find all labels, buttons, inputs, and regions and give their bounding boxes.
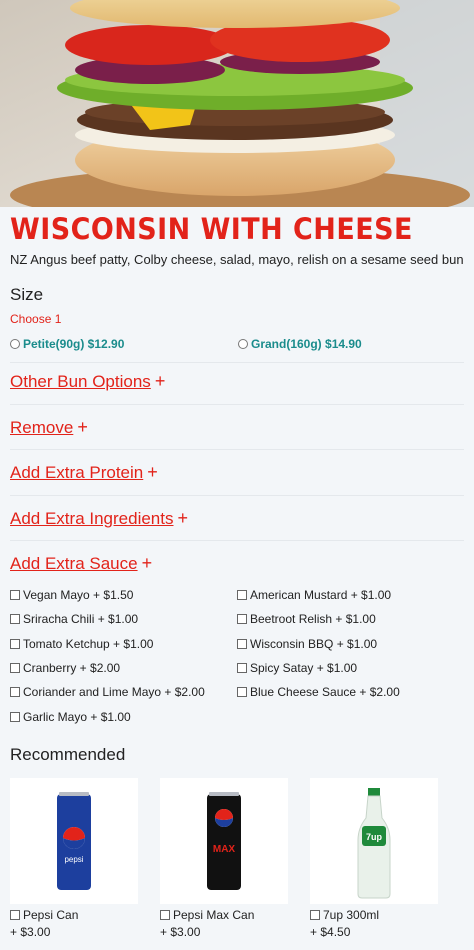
sauce-option[interactable]: Cranberry + $2.00 [10, 661, 120, 675]
can-label: pepsi [64, 855, 83, 864]
section-label[interactable]: Add Extra Protein [10, 463, 143, 483]
recommended-card-7up[interactable]: 7up [310, 778, 438, 904]
sauce-option[interactable]: Beetroot Relish + $1.00 [237, 612, 376, 626]
divider [10, 495, 464, 496]
sauce-label: Beetroot Relish + $1.00 [250, 612, 376, 626]
recommended-card-pepsi[interactable]: pepsi [10, 778, 138, 904]
sauce-label: American Mustard + $1.00 [250, 588, 392, 602]
sauce-label: Wisconsin BBQ + $1.00 [250, 637, 378, 651]
checkbox-icon[interactable] [10, 590, 20, 600]
sauce-option[interactable]: Blue Cheese Sauce + $2.00 [237, 685, 400, 699]
can-label: MAX [213, 844, 236, 855]
size-option-label: Grand(160g) $14.90 [251, 337, 362, 351]
checkbox-icon[interactable] [10, 910, 20, 920]
divider [10, 540, 464, 541]
recommended-card-pepsi-max[interactable]: MAX [160, 778, 288, 904]
recommended-price: + $3.00 [10, 925, 51, 939]
sauce-label: Tomato Ketchup + $1.00 [23, 637, 154, 651]
sauce-option[interactable]: Wisconsin BBQ + $1.00 [237, 637, 377, 651]
checkbox-icon[interactable] [237, 639, 247, 649]
checkbox-icon[interactable] [10, 712, 20, 722]
checkbox-icon[interactable] [310, 910, 320, 920]
divider [10, 449, 464, 450]
checkbox-icon[interactable] [237, 614, 247, 624]
checkbox-icon[interactable] [10, 614, 20, 624]
recommended-select-7up[interactable]: 7up 300ml [310, 908, 379, 922]
checkbox-icon[interactable] [160, 910, 170, 920]
divider [10, 362, 464, 363]
7up-bottle-icon: 7up [357, 788, 391, 899]
sauce-label: Vegan Mayo + $1.50 [23, 588, 134, 602]
recommended-name: Pepsi Max Can [173, 908, 255, 922]
product-image [0, 0, 474, 207]
radio-icon[interactable] [10, 339, 20, 349]
checkbox-icon[interactable] [10, 639, 20, 649]
divider [10, 404, 464, 405]
section-add-extra-protein[interactable]: Add Extra Protein + [10, 462, 158, 483]
recommended-price: + $4.50 [310, 925, 351, 939]
recommended-select-pepsi-max[interactable]: Pepsi Max Can [160, 908, 254, 922]
section-add-extra-sauce[interactable]: Add Extra Sauce + [10, 553, 152, 574]
sauce-option[interactable]: Garlic Mayo + $1.00 [10, 710, 131, 724]
sauce-option[interactable]: American Mustard + $1.00 [237, 588, 391, 602]
size-option-petite[interactable]: Petite(90g) $12.90 [10, 337, 124, 351]
size-heading: Size [10, 285, 44, 304]
size-option-grand[interactable]: Grand(160g) $14.90 [238, 337, 362, 351]
sauce-option[interactable]: Vegan Mayo + $1.50 [10, 588, 133, 602]
section-other-bun-options[interactable]: Other Bun Options + [10, 371, 165, 392]
product-title: WISCONSIN WITH CHEESE [10, 212, 413, 246]
section-label[interactable]: Add Extra Ingredients [10, 509, 173, 529]
plus-icon[interactable]: + [155, 371, 166, 392]
checkbox-icon[interactable] [237, 663, 247, 673]
radio-icon[interactable] [238, 339, 248, 349]
recommended-heading: Recommended [10, 745, 126, 764]
recommended-select-pepsi[interactable]: Pepsi Can [10, 908, 78, 922]
sauce-label: Blue Cheese Sauce + $2.00 [250, 685, 400, 699]
recommended-price: + $3.00 [160, 925, 201, 939]
pepsi-can-icon: pepsi [57, 792, 91, 890]
sauce-option[interactable]: Sriracha Chili + $1.00 [10, 612, 138, 626]
checkbox-icon[interactable] [10, 663, 20, 673]
sauce-label: Sriracha Chili + $1.00 [23, 612, 139, 626]
can-label: 7up [366, 832, 383, 842]
product-description: NZ Angus beef patty, Colby cheese, salad… [10, 252, 464, 267]
section-add-extra-ingredients[interactable]: Add Extra Ingredients + [10, 508, 188, 529]
plus-icon[interactable]: + [77, 417, 88, 438]
recommended-name: 7up 300ml [323, 908, 380, 922]
sauce-label: Spicy Satay + $1.00 [250, 661, 358, 675]
recommended-name: Pepsi Can [23, 908, 79, 922]
checkbox-icon[interactable] [237, 687, 247, 697]
checkbox-icon[interactable] [10, 687, 20, 697]
sauce-option[interactable]: Spicy Satay + $1.00 [237, 661, 357, 675]
section-label[interactable]: Other Bun Options [10, 372, 151, 392]
plus-icon[interactable]: + [142, 553, 153, 574]
size-option-label: Petite(90g) $12.90 [23, 337, 125, 351]
choose-count: Choose 1 [10, 312, 62, 326]
pepsi-max-can-icon: MAX [207, 792, 241, 890]
sauce-label: Coriander and Lime Mayo + $2.00 [23, 685, 205, 699]
checkbox-icon[interactable] [237, 590, 247, 600]
sauce-label: Garlic Mayo + $1.00 [23, 710, 131, 724]
section-remove[interactable]: Remove + [10, 417, 88, 438]
section-label[interactable]: Remove [10, 418, 73, 438]
sauce-label: Cranberry + $2.00 [23, 661, 121, 675]
section-label[interactable]: Add Extra Sauce [10, 554, 138, 574]
sauce-option[interactable]: Tomato Ketchup + $1.00 [10, 637, 153, 651]
plus-icon[interactable]: + [147, 462, 158, 483]
sauce-option[interactable]: Coriander and Lime Mayo + $2.00 [10, 685, 205, 699]
plus-icon[interactable]: + [177, 508, 188, 529]
